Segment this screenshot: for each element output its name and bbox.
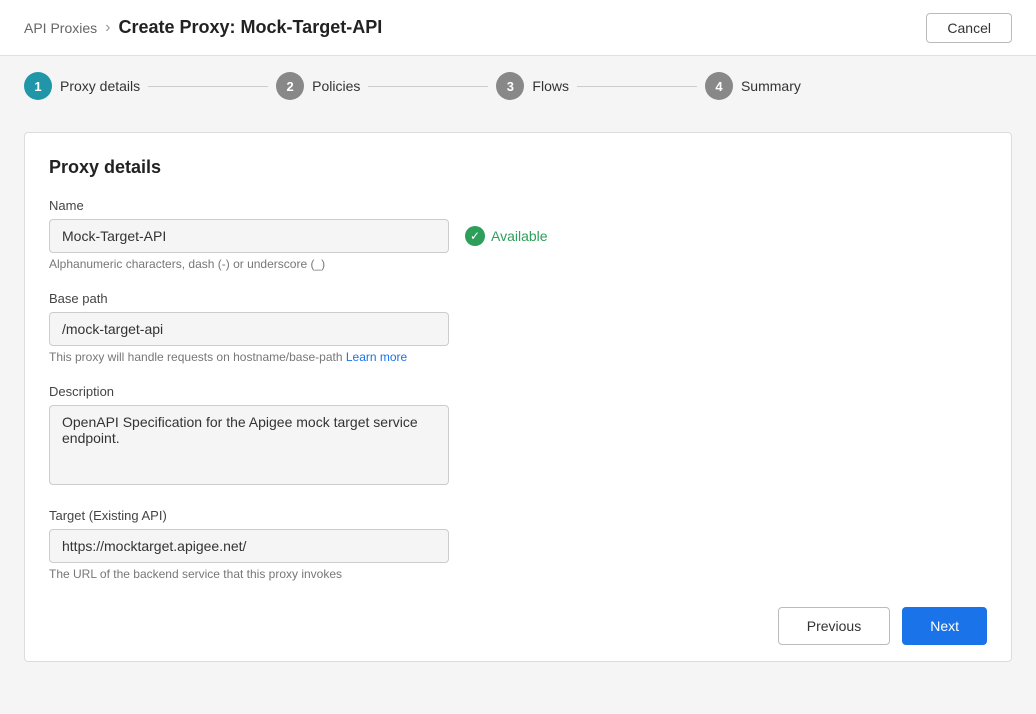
- description-label: Description: [49, 384, 987, 399]
- step-2[interactable]: 2 Policies: [276, 72, 360, 100]
- next-button[interactable]: Next: [902, 607, 987, 645]
- step-4-circle: 4: [705, 72, 733, 100]
- proxy-details-card: Proxy details Name ✓ Available Alphanume…: [24, 132, 1012, 662]
- target-input[interactable]: [49, 529, 449, 563]
- step-1-label: Proxy details: [60, 78, 140, 94]
- breadcrumb-link[interactable]: API Proxies: [24, 20, 97, 36]
- header-left: API Proxies › Create Proxy: Mock-Target-…: [24, 17, 382, 38]
- cancel-button[interactable]: Cancel: [926, 13, 1012, 43]
- available-badge: ✓ Available: [465, 226, 548, 246]
- name-input[interactable]: [49, 219, 449, 253]
- target-hint: The URL of the backend service that this…: [49, 567, 987, 581]
- name-label: Name: [49, 198, 987, 213]
- step-4[interactable]: 4 Summary: [705, 72, 801, 100]
- step-3-circle: 3: [496, 72, 524, 100]
- step-3-label: Flows: [532, 78, 569, 94]
- available-label: Available: [491, 228, 548, 244]
- base-path-hint: This proxy will handle requests on hostn…: [49, 350, 987, 364]
- target-label: Target (Existing API): [49, 508, 987, 523]
- previous-button[interactable]: Previous: [778, 607, 890, 645]
- main-content: Proxy details Name ✓ Available Alphanume…: [0, 116, 1036, 714]
- step-2-label: Policies: [312, 78, 360, 94]
- base-path-label: Base path: [49, 291, 987, 306]
- step-connector-1: [148, 86, 268, 87]
- footer-buttons: Previous Next: [778, 607, 987, 645]
- name-hint: Alphanumeric characters, dash (-) or und…: [49, 257, 987, 271]
- step-2-circle: 2: [276, 72, 304, 100]
- step-4-label: Summary: [741, 78, 801, 94]
- description-input[interactable]: OpenAPI Specification for the Apigee moc…: [49, 405, 449, 485]
- step-3[interactable]: 3 Flows: [496, 72, 569, 100]
- stepper: 1 Proxy details 2 Policies 3 Flows 4 Sum…: [0, 56, 1036, 116]
- page-title: Create Proxy: Mock-Target-API: [118, 17, 382, 38]
- name-field-group: Name ✓ Available Alphanumeric characters…: [49, 198, 987, 271]
- breadcrumb-chevron-icon: ›: [105, 19, 110, 37]
- header: API Proxies › Create Proxy: Mock-Target-…: [0, 0, 1036, 56]
- name-row: ✓ Available: [49, 219, 987, 253]
- base-path-field-group: Base path This proxy will handle request…: [49, 291, 987, 364]
- available-check-icon: ✓: [465, 226, 485, 246]
- description-field-group: Description OpenAPI Specification for th…: [49, 384, 987, 488]
- step-connector-2: [368, 86, 488, 87]
- learn-more-link[interactable]: Learn more: [346, 350, 407, 364]
- target-field-group: Target (Existing API) The URL of the bac…: [49, 508, 987, 581]
- step-connector-3: [577, 86, 697, 87]
- step-1[interactable]: 1 Proxy details: [24, 72, 140, 100]
- base-path-input[interactable]: [49, 312, 449, 346]
- card-title: Proxy details: [49, 157, 987, 178]
- step-1-circle: 1: [24, 72, 52, 100]
